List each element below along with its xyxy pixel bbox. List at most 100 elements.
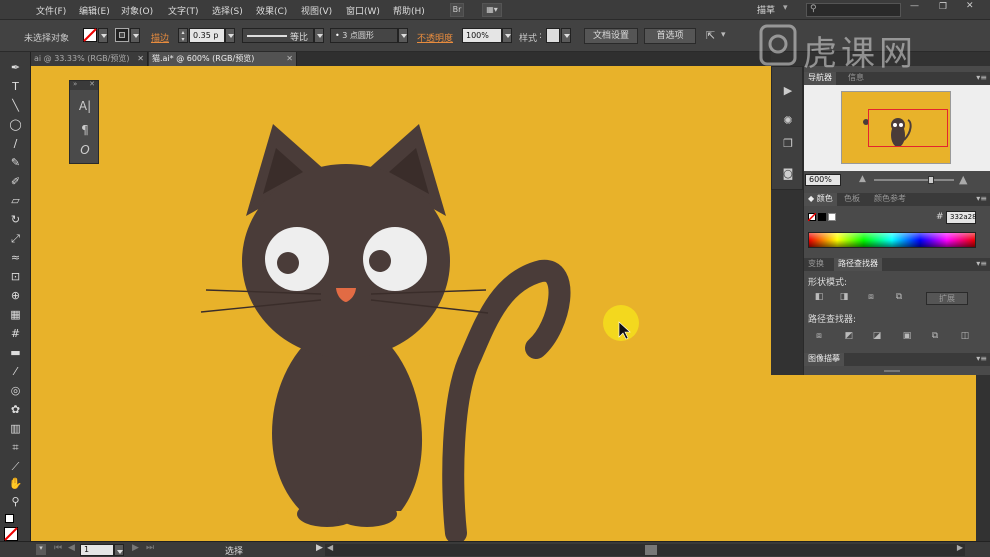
hand-tool-icon[interactable]: ✋ bbox=[8, 476, 23, 491]
zoom-slider-handle[interactable] bbox=[928, 176, 934, 184]
tab-swatches[interactable]: 色板 bbox=[840, 193, 864, 206]
zoom-out-icon[interactable]: ▲ bbox=[859, 174, 866, 184]
free-transform-icon[interactable]: ⊡ bbox=[8, 269, 23, 284]
zoom-tool-icon[interactable]: ⚲ bbox=[8, 494, 23, 509]
tab-color-guide[interactable]: 颜色参考 bbox=[870, 193, 910, 206]
stroke-label[interactable]: 描边 bbox=[151, 31, 169, 44]
menu-window[interactable]: 窗口(W) bbox=[346, 4, 380, 17]
bridge-button[interactable]: Br bbox=[450, 3, 464, 17]
menu-view[interactable]: 视图(V) bbox=[301, 4, 332, 17]
stroke-dropdown[interactable] bbox=[130, 28, 140, 43]
blob-brush-icon[interactable]: ✐ bbox=[8, 174, 23, 189]
panel-menu-icon[interactable]: ▾≡ bbox=[976, 73, 987, 82]
panel-menu-icon[interactable]: ▾≡ bbox=[976, 194, 987, 203]
navigator-preview[interactable] bbox=[804, 85, 990, 171]
intersect-icon[interactable]: ⧈ bbox=[864, 292, 878, 304]
navigator-view-box[interactable] bbox=[868, 109, 948, 147]
resize-grip[interactable] bbox=[884, 370, 900, 372]
cat-illustration[interactable] bbox=[31, 66, 771, 541]
maximize-icon[interactable]: ❐ bbox=[939, 2, 947, 12]
eraser-icon[interactable]: ▱ bbox=[8, 193, 23, 208]
artboard-canvas[interactable] bbox=[31, 66, 771, 541]
search-input[interactable]: ⚲ bbox=[806, 3, 901, 17]
artboard-canvas-extension[interactable] bbox=[771, 375, 976, 541]
paragraph-icon[interactable]: ¶ bbox=[78, 123, 92, 139]
menu-type[interactable]: 文字(T) bbox=[168, 4, 199, 17]
minus-front-icon[interactable]: ◨ bbox=[837, 292, 851, 304]
variable-width-profile[interactable]: 等比 bbox=[242, 28, 314, 43]
character-icon[interactable]: A| bbox=[78, 99, 92, 115]
close-icon[interactable]: ✕ bbox=[966, 1, 974, 11]
preferences-button[interactable]: 首选项 bbox=[644, 28, 696, 44]
arrange-documents-icon[interactable]: ▦▾ bbox=[482, 3, 502, 17]
scroll-right-icon[interactable]: ▶ bbox=[957, 543, 963, 552]
white-swatch[interactable] bbox=[828, 213, 836, 221]
next-page-icon[interactable]: ▶ bbox=[132, 543, 139, 553]
first-page-icon[interactable]: ⏮ bbox=[54, 543, 62, 553]
line-tool-icon[interactable]: ╲ bbox=[8, 98, 23, 113]
camera-icon[interactable]: ◙ bbox=[779, 165, 797, 183]
gradient-tool-icon[interactable]: ▬ bbox=[8, 345, 23, 360]
graphic-style-swatch[interactable] bbox=[546, 28, 560, 43]
stroke-weight-dropdown[interactable] bbox=[225, 28, 235, 43]
panel-menu-icon[interactable]: ▾≡ bbox=[976, 259, 987, 268]
tab-image-trace[interactable]: 图像描摹 bbox=[804, 353, 844, 366]
document-setup-button[interactable]: 文档设置 bbox=[584, 28, 638, 44]
shape-builder-icon[interactable]: ⊕ bbox=[8, 288, 23, 303]
eyedropper-icon[interactable]: ⁄ bbox=[8, 364, 23, 379]
blend-tool-icon[interactable]: ◎ bbox=[8, 383, 23, 398]
zoom-slider[interactable] bbox=[874, 176, 954, 184]
last-page-icon[interactable]: ⏭ bbox=[146, 543, 154, 553]
hex-field[interactable]: 332a28 bbox=[946, 211, 977, 224]
scale-tool-icon[interactable]: ⤢ bbox=[8, 231, 23, 246]
symbol-sprayer-icon[interactable]: ✿ bbox=[8, 402, 23, 417]
divide-icon[interactable]: ⧈ bbox=[812, 331, 826, 343]
type-tool-icon[interactable]: T bbox=[8, 79, 23, 94]
page-dropdown[interactable] bbox=[114, 544, 124, 556]
menu-help[interactable]: 帮助(H) bbox=[393, 4, 425, 17]
black-swatch[interactable] bbox=[818, 213, 826, 221]
tab-color[interactable]: ◆ 颜色 bbox=[804, 193, 837, 206]
none-swatch[interactable] bbox=[808, 213, 816, 221]
opacity-label[interactable]: 不透明度 bbox=[417, 31, 453, 44]
horizontal-scrollbar[interactable]: ◀ ▶ bbox=[325, 543, 965, 556]
collapse-icon[interactable]: » bbox=[73, 80, 77, 88]
pen-tool-icon[interactable]: ✒ bbox=[8, 60, 23, 75]
zoom-field[interactable]: 600% bbox=[805, 174, 841, 186]
layers-icon[interactable]: ❐ bbox=[779, 135, 797, 153]
tab-transform[interactable]: 变换 bbox=[804, 258, 828, 271]
menu-edit[interactable]: 编辑(E) bbox=[79, 4, 110, 17]
zoom-dropdown[interactable]: ▾ bbox=[36, 544, 46, 555]
tab-document-2[interactable]: 猫.ai* @ 600% (RGB/预览) ✕ bbox=[149, 52, 297, 66]
minimize-icon[interactable]: — bbox=[910, 1, 919, 11]
expand-button[interactable]: 扩展 bbox=[926, 292, 968, 305]
brush-definition[interactable]: • 3 点圆形 bbox=[330, 28, 398, 43]
trim-icon[interactable]: ◩ bbox=[842, 331, 856, 343]
fill-color-icon[interactable] bbox=[83, 28, 97, 42]
color-spectrum[interactable] bbox=[808, 232, 976, 248]
prev-page-icon[interactable]: ◀ bbox=[68, 543, 75, 553]
close-icon[interactable]: ✕ bbox=[89, 80, 95, 88]
opacity-dropdown[interactable] bbox=[502, 28, 512, 43]
opacity-field[interactable]: 100% bbox=[462, 28, 502, 43]
play-icon[interactable]: ▶ bbox=[779, 82, 797, 100]
brush-dropdown[interactable] bbox=[398, 28, 408, 43]
panel-menu-icon[interactable]: ▾≡ bbox=[976, 354, 987, 363]
stroke-weight-field[interactable]: 0.35 p bbox=[189, 28, 225, 43]
merge-icon[interactable]: ◪ bbox=[870, 331, 884, 343]
fill-swatch[interactable] bbox=[4, 527, 18, 541]
profile-dropdown[interactable] bbox=[314, 28, 324, 43]
menu-file[interactable]: 文件(F) bbox=[36, 4, 66, 17]
ellipse-tool-icon[interactable]: ◯ bbox=[8, 117, 23, 132]
default-colors-icon[interactable] bbox=[5, 514, 14, 523]
gear-icon[interactable]: ✺ bbox=[779, 112, 797, 130]
paintbrush-icon[interactable]: ∕ bbox=[8, 136, 23, 151]
menu-object[interactable]: 对象(O) bbox=[121, 4, 153, 17]
exclude-icon[interactable]: ⧉ bbox=[892, 292, 906, 304]
style-dropdown[interactable] bbox=[561, 28, 571, 43]
zoom-in-icon[interactable]: ▲ bbox=[959, 173, 967, 186]
tab-document-1[interactable]: ai @ 33.33% (RGB/预览) ✕ bbox=[31, 52, 148, 66]
column-graph-icon[interactable]: ▥ bbox=[8, 421, 23, 436]
status-menu-icon[interactable]: ▶ bbox=[316, 543, 323, 553]
menu-effect[interactable]: 效果(C) bbox=[256, 4, 287, 17]
